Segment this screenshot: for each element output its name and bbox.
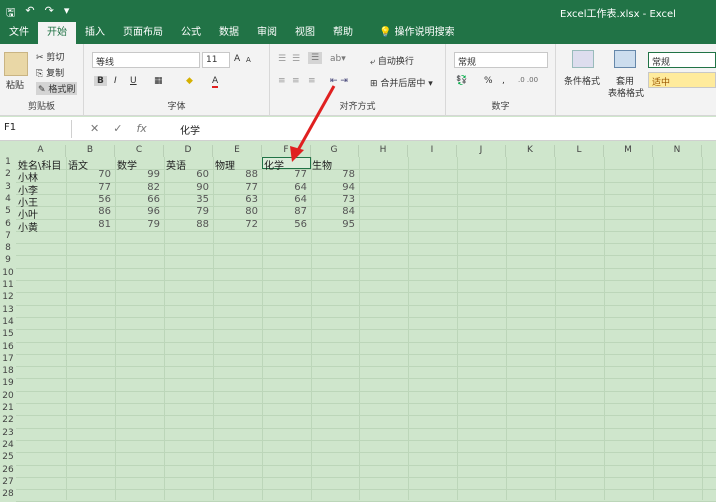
arrow-head bbox=[290, 146, 304, 162]
annotation-arrow bbox=[290, 85, 336, 162]
arrow-shaft bbox=[295, 85, 336, 153]
